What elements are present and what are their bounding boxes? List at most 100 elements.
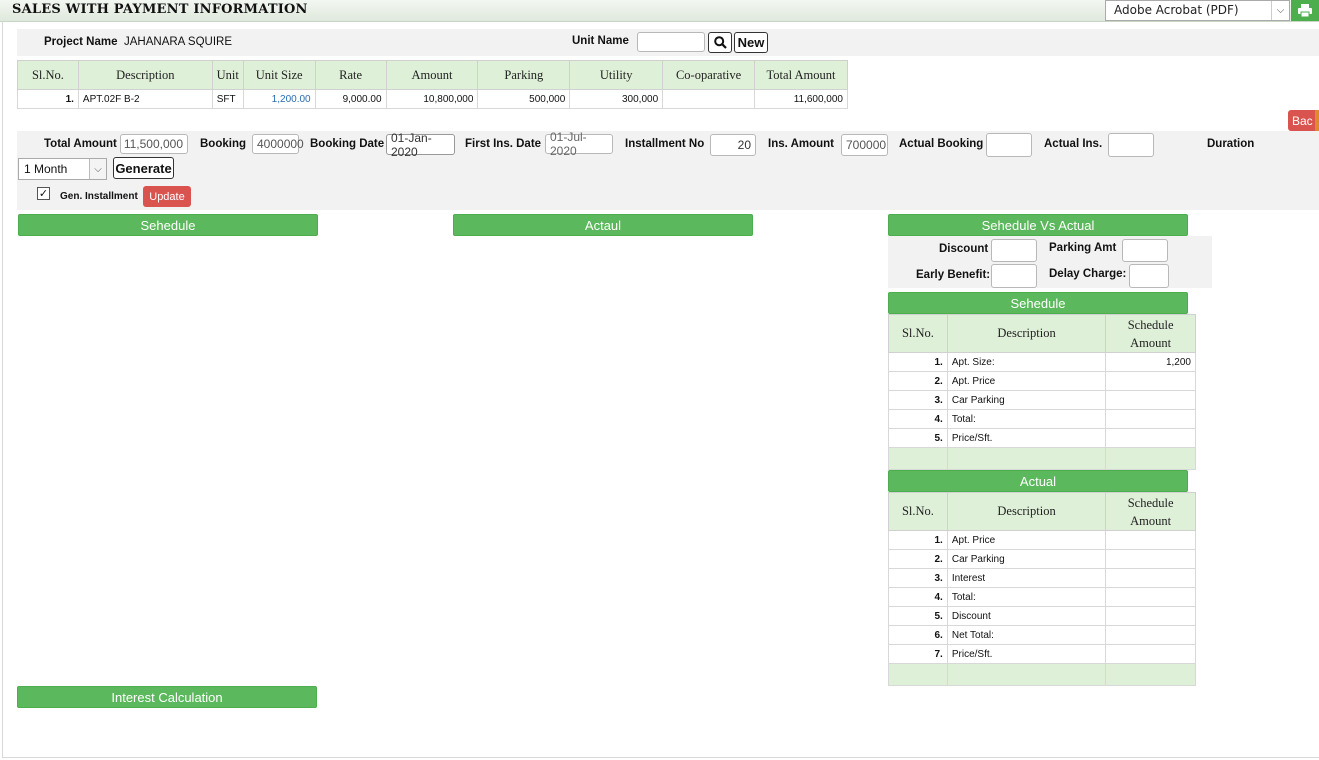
print-button[interactable] [1291,0,1319,21]
installment-no-input[interactable]: 20 [710,134,756,156]
table-cell: Discount [946,606,1107,626]
table-cell: Total: [946,587,1107,607]
actual-booking-label: Actual Booking [899,138,984,150]
col-header: Description [946,314,1107,353]
table-footer-row [888,663,1196,686]
discount-input[interactable] [991,239,1037,262]
table-cell [1105,530,1196,550]
table-cell: Car Parking [946,390,1107,410]
project-name-label: Project Name [44,36,118,48]
table-cell [888,663,948,686]
table-cell: 1. [888,530,948,550]
duration-label: Duration [1207,138,1255,150]
actual-table: Sl.No. Description Schedule Amount 1. Apt… [888,492,1196,686]
col-header: Schedule Amount [1105,492,1196,531]
table-cell [946,447,1107,470]
table-cell: Apt. Price [946,530,1107,550]
duration-select[interactable]: 1 Month ⌵ [18,158,107,180]
new-button[interactable]: New [734,32,768,53]
table-row: 3. Interest [888,568,1196,588]
table-cell [888,447,948,470]
table-row: 3. Car Parking [888,390,1196,410]
col-header: Utility [569,60,664,90]
table-cell [1105,606,1196,626]
table-cell [946,663,1107,686]
table-cell: 3. [888,568,948,588]
update-button[interactable]: Update [143,186,191,207]
table-cell [1105,428,1196,448]
table-cell: 5. [888,428,948,448]
unit-name-input[interactable] [637,32,705,52]
delay-charge-input[interactable] [1129,264,1169,288]
table-cell: Total: [946,409,1107,429]
first-ins-date-label: First Ins. Date [465,138,542,150]
schedule-vs-actual-header: Sehedule Vs Actual [888,214,1188,236]
unit-name-label: Unit Name [572,35,629,47]
search-button[interactable] [708,32,732,53]
table-cell: 5. [888,606,948,626]
col-header: Total Amount [754,60,848,90]
first-ins-date-input[interactable]: 01-Jul-2020 [545,130,613,158]
table-cell: 4. [888,409,948,429]
table-cell: Price/Sft. [946,428,1107,448]
installment-no-label: Installment No [625,138,705,150]
table-cell: Interest [946,568,1107,588]
schedule-section-header: Sehedule [18,214,318,236]
table-cell: Net Total: [946,625,1107,645]
gen-installment-label: Gen. Installment [60,191,138,202]
table-cell: 3. [888,390,948,410]
table-cell [662,89,756,109]
frame-border [2,757,1319,758]
table-cell: 2. [888,371,948,391]
table-row: 4. Total: [888,409,1196,429]
early-benefit-label: Early Benefit: [916,269,991,281]
actual-ins-input[interactable] [1108,133,1154,157]
table-row: 6. Net Total: [888,625,1196,645]
table-footer-row [888,447,1196,470]
booking-input[interactable]: 4000000 [252,134,304,154]
page-title: SALES WITH PAYMENT INFORMATION [12,2,308,17]
unit-size-link[interactable]: 1,200.00 [242,89,316,109]
schedule-table: Sl.No. Description Schedule Amount 1. Apt… [888,314,1196,470]
table-cell [1105,390,1196,410]
table-cell [1105,409,1196,429]
table-row: 1. APT.02F B-2 SFT 1,200.00 9,000.00 10,… [17,89,848,109]
table-cell: 6. [888,625,948,645]
report-format-select[interactable]: Adobe Acrobat (PDF) ⌵ [1105,0,1290,21]
parking-amt-input[interactable] [1122,239,1168,262]
total-amount-label: Total Amount [44,138,117,150]
booking-date-label: Booking Date [310,138,385,150]
ins-amount-input[interactable]: 700000 [841,134,888,156]
chevron-down-icon[interactable]: ⌵ [89,159,106,179]
actual-booking-input[interactable] [986,133,1032,157]
table-row: 5. Discount [888,606,1196,626]
table-cell: 500,000 [477,89,571,109]
table-cell: 11,600,000 [754,89,848,109]
table-cell: 1,200 [1105,352,1196,372]
actual-table-title: Actual [888,470,1188,492]
back-button[interactable]: Bac [1288,110,1319,131]
duration-value: 1 Month [24,162,68,176]
schedule-table-title: Sehedule [888,292,1188,314]
table-cell [1105,644,1196,664]
table-cell: 1. [17,89,79,109]
booking-date-input[interactable]: 01-Jan-2020 [386,131,455,159]
table-cell [1105,625,1196,645]
table-cell: SFT [211,89,244,109]
table-cell: APT.02F B-2 [77,89,213,109]
col-header: Unit Size [242,60,316,90]
chevron-down-icon[interactable]: ⌵ [1271,1,1289,20]
table-row: 5. Price/Sft. [888,428,1196,448]
table-cell [1105,371,1196,391]
search-icon [713,36,727,49]
col-header: Amount [385,60,479,90]
report-format-value: Adobe Acrobat (PDF) [1114,3,1239,17]
checkmark-icon: ✓ [38,187,49,200]
gen-installment-checkbox[interactable]: ✓ [37,187,50,200]
table-row: 2. Car Parking [888,549,1196,569]
generate-button[interactable]: Generate [113,157,174,179]
early-benefit-input[interactable] [991,264,1037,288]
frame-border [2,22,3,758]
total-amount-input[interactable]: 11,500,000 [120,134,188,154]
delay-charge-label: Delay Charge: [1049,268,1127,280]
